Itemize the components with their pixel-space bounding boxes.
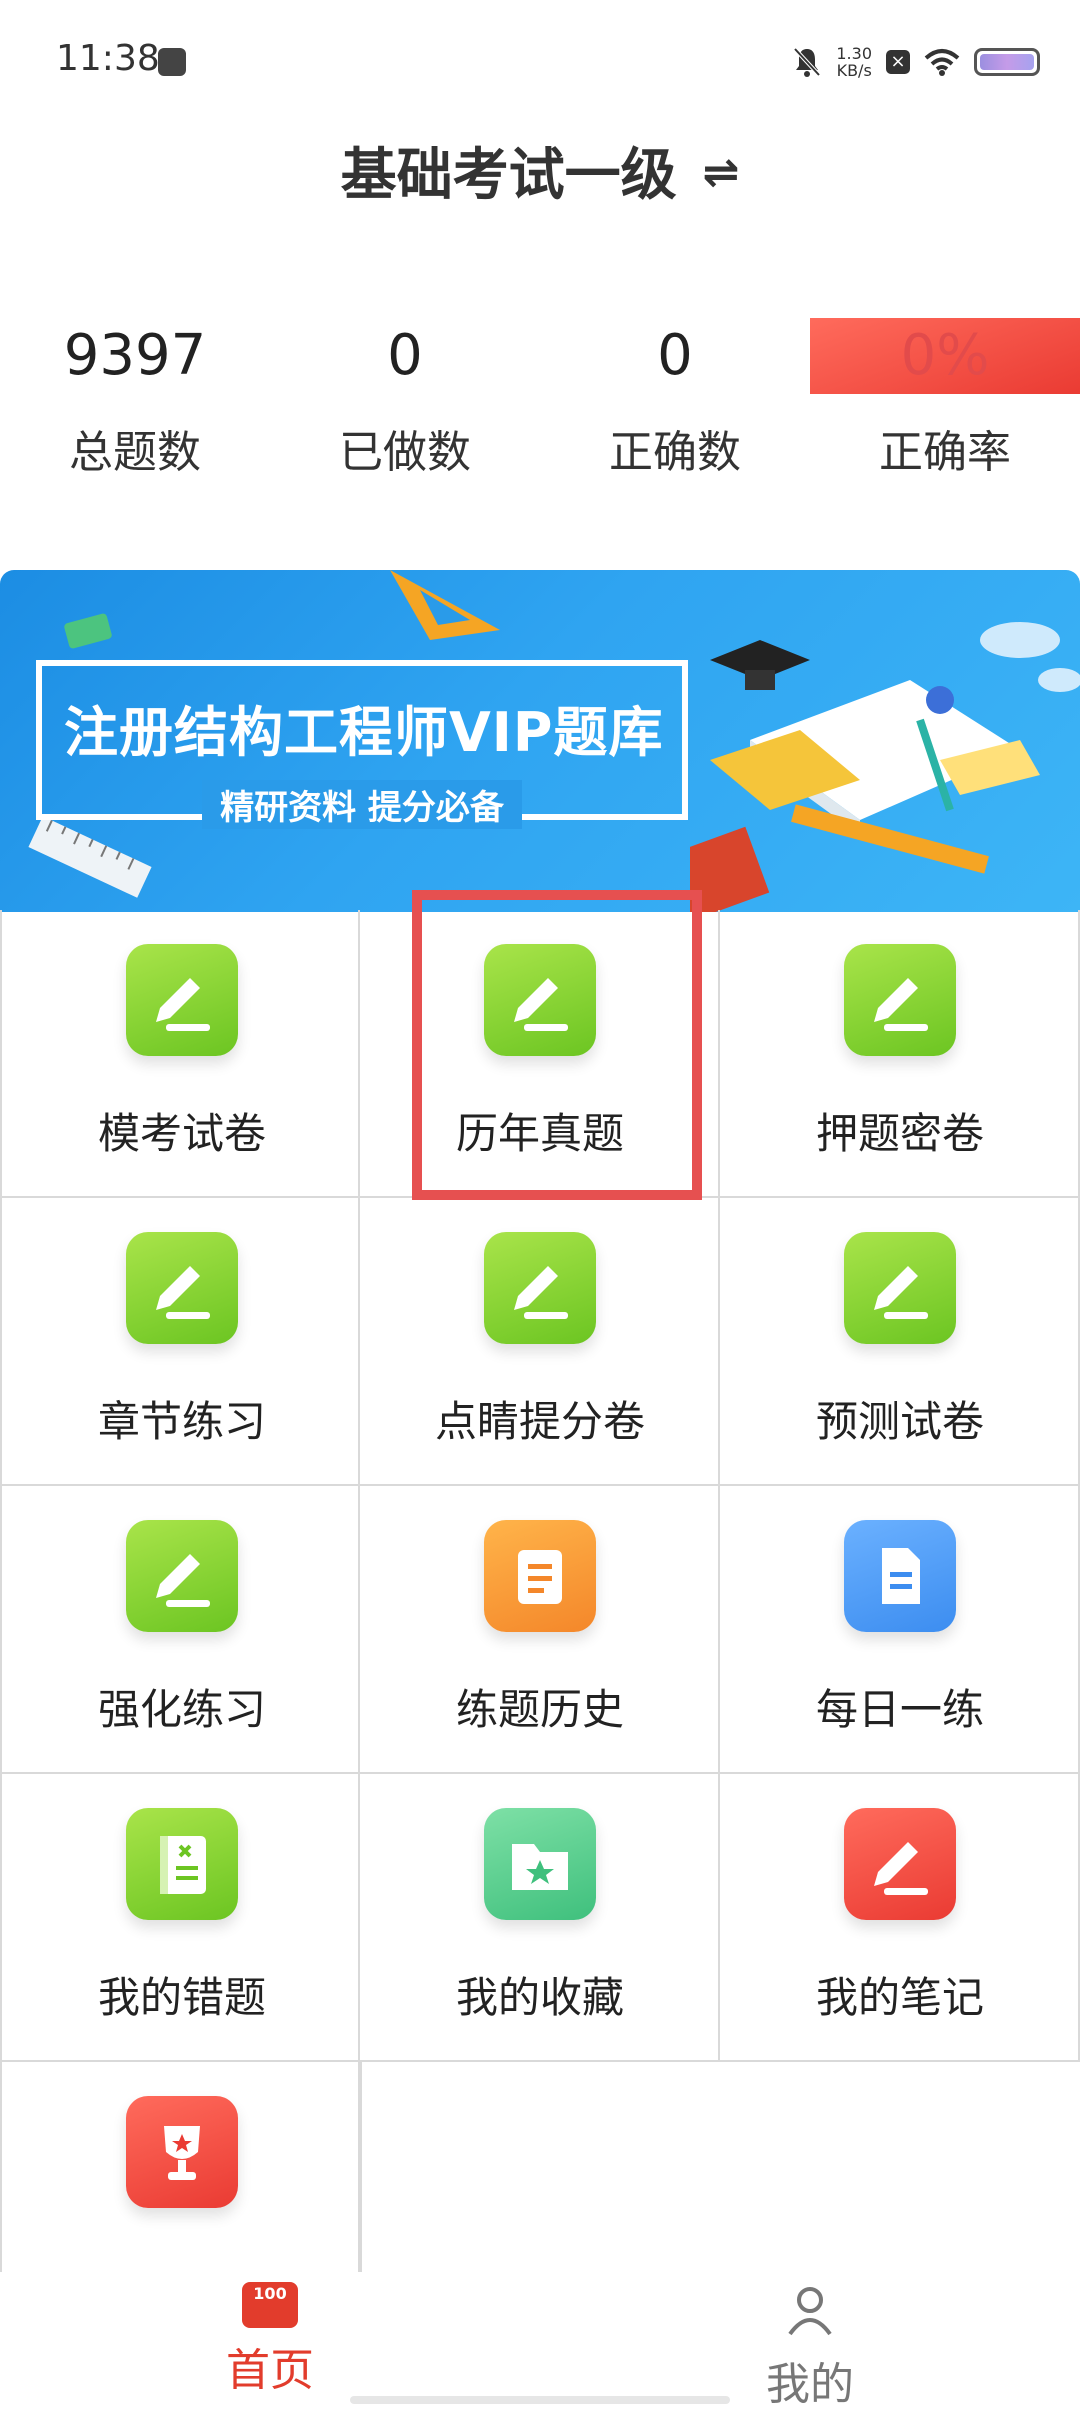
menu-label: 我的笔记 xyxy=(815,1973,984,2022)
message-icon xyxy=(158,48,186,76)
bottom-nav: 100 首页 我的 xyxy=(0,2272,1080,2410)
battery-icon xyxy=(974,48,1040,76)
document-icon xyxy=(844,1520,956,1632)
menu-prediction-paper[interactable]: 预测试卷 xyxy=(720,1198,1080,1486)
nav-home-label: 首页 xyxy=(226,2345,314,2396)
triangle-ruler-icon xyxy=(390,570,500,640)
banner-subtitle: 精研资料 提分必备 xyxy=(202,780,522,829)
nav-mine[interactable]: 我的 xyxy=(710,2282,910,2412)
menu-label: 模考试卷 xyxy=(97,1109,266,1158)
menu-label: 练题历史 xyxy=(455,1685,624,1734)
pencil-icon xyxy=(844,1232,956,1344)
stats-row: 9397 总题数 0 已做数 0 正确数 0% 正确率 xyxy=(0,318,1080,480)
sharpener-icon xyxy=(64,613,112,649)
menu-secret-papers[interactable]: 押题密卷 xyxy=(720,910,1080,1198)
menu-chapter-practice[interactable]: 章节练习 xyxy=(0,1198,360,1486)
banner-title: 注册结构工程师VIP题库 xyxy=(64,701,664,764)
menu-label: 点睛提分卷 xyxy=(434,1397,645,1446)
pencil-icon xyxy=(126,1520,238,1632)
stat-done: 0 已做数 xyxy=(270,318,540,480)
scroll-icon xyxy=(484,1520,596,1632)
menu-my-notes[interactable]: 我的笔记 xyxy=(720,1774,1080,2062)
status-time: 11:38 xyxy=(56,38,160,79)
menu-empty-cell xyxy=(360,2062,720,2272)
menu-achievements[interactable] xyxy=(0,2062,360,2272)
no-sim-icon: × xyxy=(886,50,910,74)
menu-label: 每日一练 xyxy=(815,1685,984,1734)
pencil-icon xyxy=(126,944,238,1056)
menu-daily-practice[interactable]: 每日一练 xyxy=(720,1486,1080,1774)
status-icons: 1.30 KB/s × xyxy=(792,40,1040,84)
menu-label: 我的错题 xyxy=(97,1973,266,2022)
person-icon xyxy=(788,2287,832,2336)
stat-value: 0% xyxy=(810,318,1080,394)
promo-banner[interactable]: 注册结构工程师VIP题库 精研资料 提分必备 xyxy=(0,570,1080,912)
menu-label: 预测试卷 xyxy=(815,1397,984,1446)
menu-intensive-practice[interactable]: 强化练习 xyxy=(0,1486,360,1774)
page-title: 基础考试一级 xyxy=(340,143,677,208)
gesture-bar[interactable] xyxy=(350,2396,730,2404)
menu-label: 押题密卷 xyxy=(815,1109,984,1158)
menu-label: 我的收藏 xyxy=(455,1973,624,2022)
wifi-icon xyxy=(924,49,960,76)
stat-label: 总题数 xyxy=(69,427,201,478)
star-folder-icon xyxy=(484,1808,596,1920)
network-speed: 1.30 KB/s xyxy=(836,44,872,80)
pencil-icon xyxy=(484,1232,596,1344)
pencil-icon xyxy=(844,944,956,1056)
bell-off-icon xyxy=(793,47,821,77)
highlight-box xyxy=(412,890,702,1200)
stat-correct: 0 正确数 xyxy=(540,318,810,480)
books-illustration-icon xyxy=(690,622,1080,912)
stat-accuracy: 0% 正确率 xyxy=(810,318,1080,480)
stat-label: 已做数 xyxy=(339,427,471,478)
stat-value: 0 xyxy=(657,323,693,388)
pencil-icon xyxy=(844,1808,956,1920)
trophy-icon xyxy=(126,2096,238,2208)
menu-key-points-paper[interactable]: 点睛提分卷 xyxy=(360,1198,720,1486)
nav-home[interactable]: 100 首页 xyxy=(170,2282,370,2398)
ruler-icon xyxy=(28,820,152,898)
stat-total: 9397 总题数 xyxy=(0,318,270,480)
menu-my-favorites[interactable]: 我的收藏 xyxy=(360,1774,720,2062)
menu-label: 强化练习 xyxy=(97,1685,266,1734)
menu-mock-exam[interactable]: 模考试卷 xyxy=(0,910,360,1198)
menu-label: 章节练习 xyxy=(97,1397,266,1446)
pencil-icon xyxy=(126,1232,238,1344)
switch-icon[interactable]: ⇌ xyxy=(703,147,740,198)
nav-mine-label: 我的 xyxy=(766,2359,854,2410)
home-icon: 100 xyxy=(242,2282,298,2328)
status-bar: 11:38 1.30 KB/s × xyxy=(0,0,1080,120)
error-book-icon xyxy=(126,1808,238,1920)
stat-value: 0 xyxy=(387,323,423,388)
exam-selector[interactable]: 基础考试一级 ⇌ xyxy=(0,130,1080,211)
menu-my-mistakes[interactable]: 我的错题 xyxy=(0,1774,360,2062)
menu-practice-history[interactable]: 练题历史 xyxy=(360,1486,720,1774)
stat-label: 正确数 xyxy=(609,427,741,478)
stat-label: 正确率 xyxy=(879,427,1011,478)
stat-value: 9397 xyxy=(63,323,207,388)
